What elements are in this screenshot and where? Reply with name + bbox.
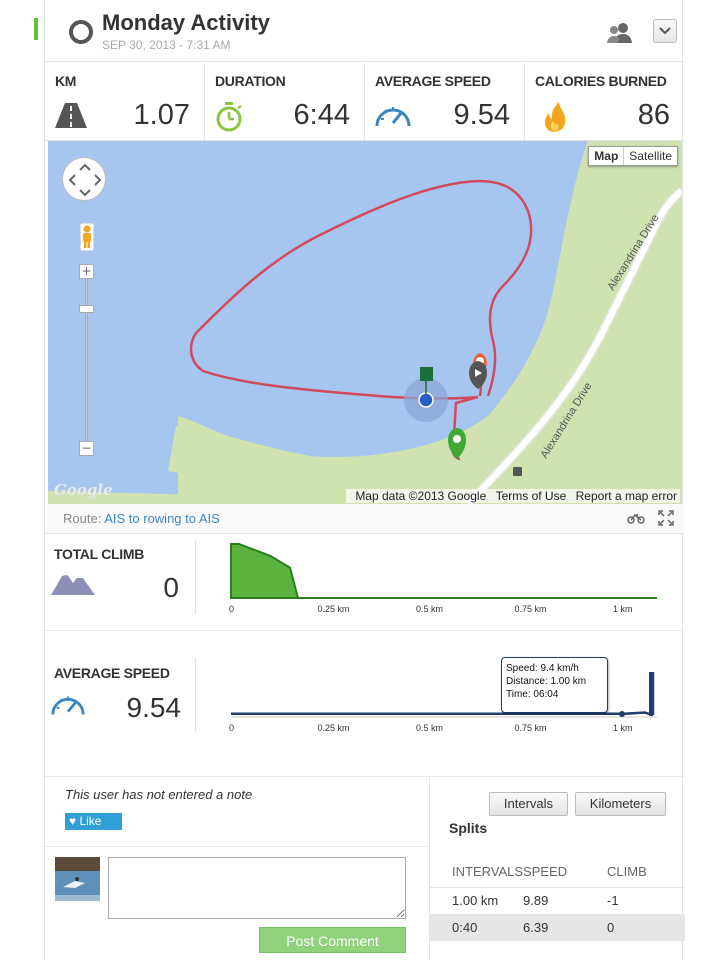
section-divider xyxy=(45,846,429,847)
tooltip-speed: Speed: 9.4 km/h xyxy=(506,663,579,674)
axis-tick-label: 0.5 km xyxy=(415,604,443,614)
stat-distance: KM 1.07 xyxy=(45,63,205,140)
route-label-text: Route: xyxy=(63,511,102,526)
splits-table: INTERVALS SPEED CLIMB 1.00 km 9.89 -1 0:… xyxy=(430,857,685,941)
people-icon[interactable] xyxy=(605,22,635,44)
activity-date: SEP 30, 2013 - 7:31 AM xyxy=(102,38,231,52)
splits-panel: Intervals Kilometers Splits INTERVALS SP… xyxy=(429,777,685,960)
tooltip-distance: Distance: 1.00 km xyxy=(506,676,587,687)
axis-tick-label: 0.25 km xyxy=(317,604,350,614)
table-cell: 1.00 km xyxy=(452,893,499,909)
stopwatch-icon xyxy=(216,102,242,132)
climb-area xyxy=(230,543,657,599)
road-label: Alexandrina Drive xyxy=(605,213,661,293)
google-logo: Google xyxy=(54,481,113,499)
axis-tick-label: 1 km xyxy=(612,604,633,614)
splits-title: Splits xyxy=(449,820,488,836)
like-button[interactable]: ♥ Like xyxy=(65,813,122,830)
map-data-credit: Map data ©2013 Google xyxy=(355,489,487,503)
stat-value: 6:44 xyxy=(293,99,350,131)
avatar[interactable] xyxy=(55,857,100,901)
stat-duration: DURATION 6:44 xyxy=(205,63,365,140)
speedometer-icon xyxy=(51,696,85,715)
section-divider xyxy=(45,630,684,631)
speed-tooltip: Speed: 9.4 km/h Distance: 1.00 km Time: … xyxy=(501,657,608,713)
hover-point[interactable] xyxy=(619,711,625,717)
road-icon xyxy=(55,103,87,128)
stat-label: AVERAGE SPEED xyxy=(375,73,491,89)
axis-tick-label: 0.5 km xyxy=(415,723,443,733)
climb-label: TOTAL CLIMB xyxy=(54,546,145,562)
speed-label: AVERAGE SPEED xyxy=(54,665,170,681)
report-map-error-link[interactable]: Report a map error xyxy=(576,489,677,503)
activity-header: Monday Activity SEP 30, 2013 - 7:31 AM xyxy=(45,0,684,62)
axis-tick-label: 0.25 km xyxy=(317,723,350,733)
route-bar: Route: AIS to rowing to AIS xyxy=(45,504,684,534)
active-indicator xyxy=(34,18,38,40)
fullscreen-icon[interactable] xyxy=(657,509,675,527)
speedometer-icon xyxy=(375,107,411,127)
route-map[interactable]: Map Satellite + − Alexandrina Drive Alex… xyxy=(48,141,682,504)
table-row[interactable]: 0:40 6.39 0 xyxy=(430,914,685,941)
stats-bar: KM 1.07 DURATION 6:44 AVERAGE SPEED 9.54… xyxy=(45,63,684,141)
comment-input[interactable] xyxy=(108,857,406,919)
stat-value: 86 xyxy=(637,99,670,131)
mountain-icon xyxy=(51,571,95,595)
axis-tick-label: 1 km xyxy=(612,723,633,733)
flame-icon xyxy=(544,102,566,132)
speed-spike xyxy=(649,672,653,716)
post-comment-button[interactable]: Post Comment xyxy=(259,927,406,953)
tab-kilometers[interactable]: Kilometers xyxy=(575,792,666,816)
stat-calories: CALORIES BURNED 86 xyxy=(525,63,684,140)
terms-of-use-link[interactable]: Terms of Use xyxy=(496,489,567,503)
chevron-down-icon xyxy=(659,27,671,35)
tooltip-time: Time: 06:04 xyxy=(506,689,559,700)
bike-icon[interactable] xyxy=(627,512,645,524)
activity-type-icon xyxy=(69,20,93,44)
divider xyxy=(195,540,196,614)
like-label: Like xyxy=(79,814,102,828)
column-header: CLIMB xyxy=(607,857,685,888)
table-cell: 6.39 xyxy=(523,914,608,941)
table-cell: 9.89 xyxy=(523,893,549,909)
tab-intervals[interactable]: Intervals xyxy=(489,792,568,816)
table-cell: -1 xyxy=(607,893,619,909)
column-header: SPEED xyxy=(523,857,608,888)
map-attribution: Map data ©2013 Google Terms of Use Repor… xyxy=(346,489,680,503)
stat-average-speed: AVERAGE SPEED 9.54 xyxy=(365,63,525,140)
route-label: Route: AIS to rowing to AIS xyxy=(63,511,220,526)
axis-tick-label: 0.75 km xyxy=(514,604,547,614)
heart-icon: ♥ xyxy=(69,814,77,828)
table-cell: 0:40 xyxy=(430,914,524,941)
table-header-row: INTERVALS SPEED CLIMB xyxy=(430,857,685,888)
divider xyxy=(195,658,196,732)
route-link[interactable]: AIS to rowing to AIS xyxy=(104,511,220,526)
axis-tick-label: 0 xyxy=(229,723,235,733)
road-label: Alexandrina Drive xyxy=(538,381,594,461)
stat-label: KM xyxy=(55,73,77,89)
speed-value: 9.54 xyxy=(126,692,182,723)
user-note: This user has not entered a note xyxy=(65,787,253,802)
stat-label: CALORIES BURNED xyxy=(535,73,667,89)
page-title: Monday Activity xyxy=(102,10,270,35)
stat-value: 1.07 xyxy=(133,99,190,131)
table-cell: 0 xyxy=(607,914,685,941)
activity-page: Monday Activity SEP 30, 2013 - 7:31 AM K… xyxy=(44,0,685,960)
road-labels: Alexandrina Drive Alexandrina Drive xyxy=(538,213,661,461)
stat-label: DURATION xyxy=(215,73,286,89)
options-dropdown-button[interactable] xyxy=(653,19,677,43)
column-header: INTERVALS xyxy=(430,857,524,888)
climb-chart xyxy=(230,543,657,599)
climb-value: 0 xyxy=(163,572,179,603)
table-row[interactable]: 1.00 km 9.89 -1 xyxy=(430,887,685,914)
axis-tick-label: 0 xyxy=(229,604,235,614)
stat-value: 9.54 xyxy=(453,99,510,131)
axis-tick-label: 0.75 km xyxy=(514,723,547,733)
